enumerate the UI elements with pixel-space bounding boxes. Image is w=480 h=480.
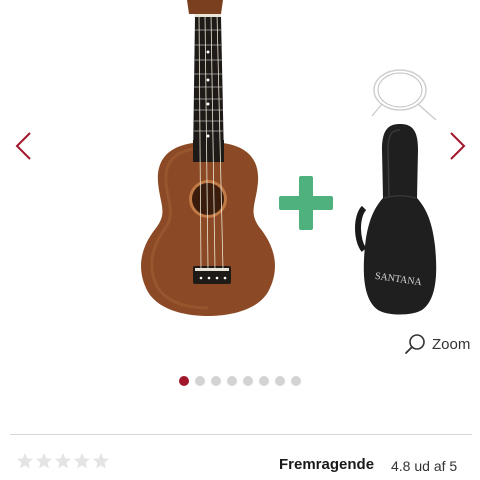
carousel-dot[interactable] [291, 376, 301, 386]
carousel-dot[interactable] [179, 376, 189, 386]
carousel-dot[interactable] [227, 376, 237, 386]
product-image[interactable]: SANTANA [120, 0, 450, 320]
divider [10, 434, 472, 435]
carousel-dot[interactable] [211, 376, 221, 386]
chevron-left-icon [15, 132, 31, 160]
strings-coil-illustration [371, 69, 437, 121]
carousel-dot[interactable] [275, 376, 285, 386]
ukulele-illustration [141, 0, 275, 316]
carousel-dot[interactable] [243, 376, 253, 386]
star-icon [74, 453, 90, 469]
zoom-button[interactable]: Zoom [404, 332, 470, 356]
carousel-dot[interactable] [195, 376, 205, 386]
star-icon [93, 453, 109, 469]
plus-icon [279, 176, 333, 230]
carousel-dot[interactable] [259, 376, 269, 386]
gig-bag-illustration: SANTANA [355, 124, 437, 315]
rating-stars[interactable] [16, 452, 110, 470]
zoom-label: Zoom [432, 335, 471, 353]
carousel-pagination [0, 376, 480, 390]
rating-label: Fremragende [279, 456, 375, 473]
rating-score: 4.8 ud af 5 [391, 458, 458, 474]
search-icon [405, 334, 425, 354]
star-icon [55, 453, 71, 469]
star-icon [17, 453, 33, 469]
previous-image-button[interactable] [6, 124, 40, 168]
star-icon [36, 453, 52, 469]
